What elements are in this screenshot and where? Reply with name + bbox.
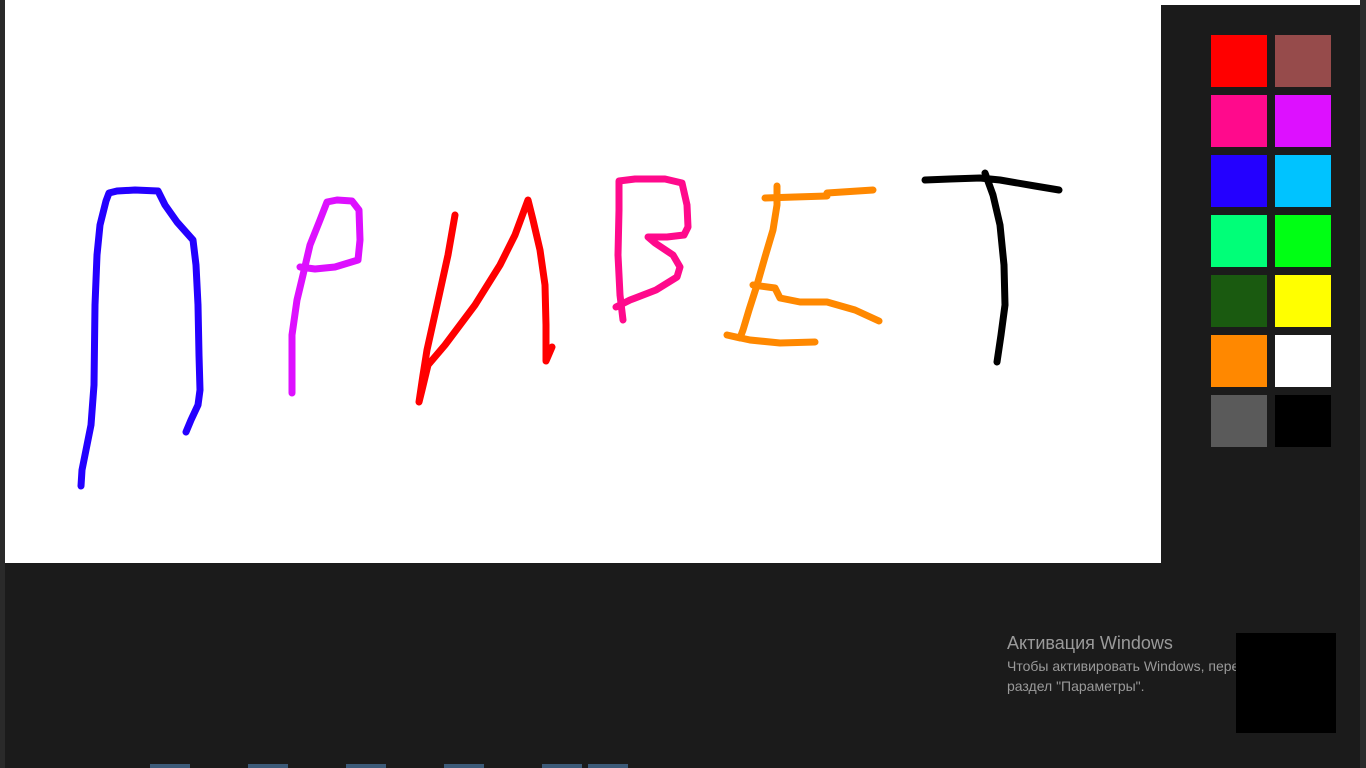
swatch-pink[interactable] <box>1211 95 1267 147</box>
swatch-black[interactable] <box>1275 395 1331 447</box>
drawing-surface[interactable] <box>5 5 1161 563</box>
stroke-letter-r <box>288 196 364 397</box>
taskbar-edge <box>0 764 1366 768</box>
taskbar-item[interactable] <box>542 764 582 768</box>
swatch-sky-blue[interactable] <box>1275 155 1331 207</box>
swatch-white[interactable] <box>1275 335 1331 387</box>
stroke-letter-e <box>723 182 883 347</box>
swatch-orange[interactable] <box>1211 335 1267 387</box>
swatch-blue[interactable] <box>1211 155 1267 207</box>
drawing-canvas[interactable] <box>5 5 1161 563</box>
swatch-mint-green[interactable] <box>1211 215 1267 267</box>
swatch-dark-green[interactable] <box>1211 275 1267 327</box>
swatch-magenta[interactable] <box>1275 95 1331 147</box>
swatch-green[interactable] <box>1275 215 1331 267</box>
stroke-letter-i <box>415 196 556 406</box>
swatch-gray[interactable] <box>1211 395 1267 447</box>
taskbar-item[interactable] <box>444 764 484 768</box>
swatch-red[interactable] <box>1211 35 1267 87</box>
taskbar-item[interactable] <box>150 764 190 768</box>
black-square-overlay <box>1236 633 1336 733</box>
paint-app-window: Активация Windows Чтобы активировать Win… <box>0 0 1366 768</box>
taskbar-item[interactable] <box>588 764 628 768</box>
stroke-letter-p <box>77 186 204 490</box>
color-palette-panel <box>1161 5 1360 563</box>
swatch-yellow[interactable] <box>1275 275 1331 327</box>
color-palette <box>1211 35 1331 447</box>
swatch-brown[interactable] <box>1275 35 1331 87</box>
window-right-edge <box>1360 0 1366 768</box>
taskbar-item[interactable] <box>248 764 288 768</box>
taskbar-item[interactable] <box>346 764 386 768</box>
stroke-letter-v <box>612 175 692 324</box>
stroke-letter-t <box>921 169 1063 366</box>
